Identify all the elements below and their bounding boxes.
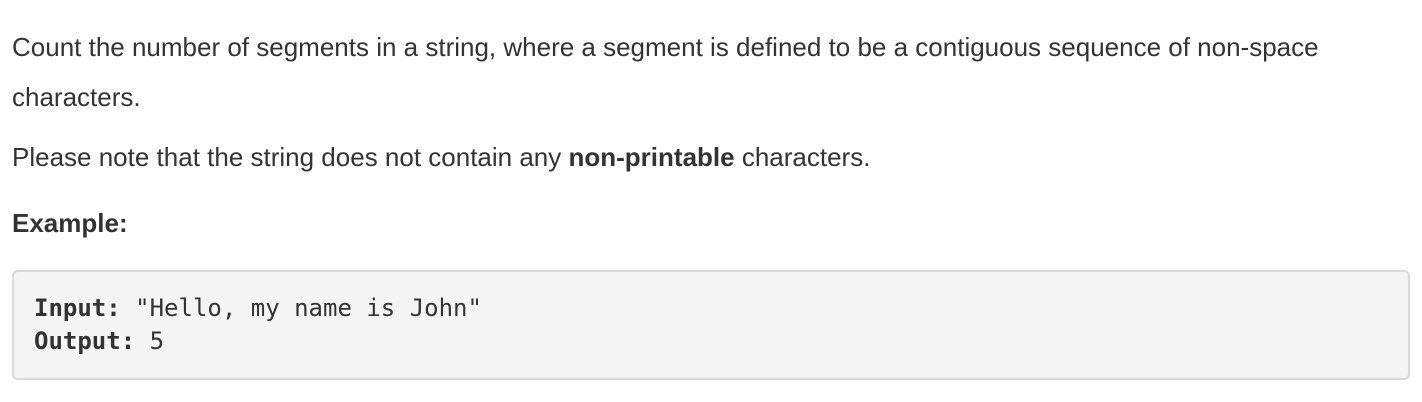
description-paragraph: Count the number of segments in a string…	[12, 32, 1319, 112]
problem-description: Count the number of segments in a string…	[0, 0, 1422, 380]
input-value: "Hello, my name is John"	[120, 294, 482, 322]
input-label: Input:	[34, 294, 121, 322]
note-bold-text: non-printable	[568, 142, 735, 172]
note-paragraph: Please note that the string does not con…	[12, 132, 1410, 182]
output-label: Output:	[34, 327, 136, 355]
output-value: 5	[135, 327, 165, 355]
note-text: Please note that the string does not con…	[12, 142, 569, 172]
example-heading: Example:	[12, 208, 128, 238]
note-text-end: characters.	[734, 142, 871, 172]
example-code-block: Input: "Hello, my name is John" Output: …	[12, 270, 1410, 380]
